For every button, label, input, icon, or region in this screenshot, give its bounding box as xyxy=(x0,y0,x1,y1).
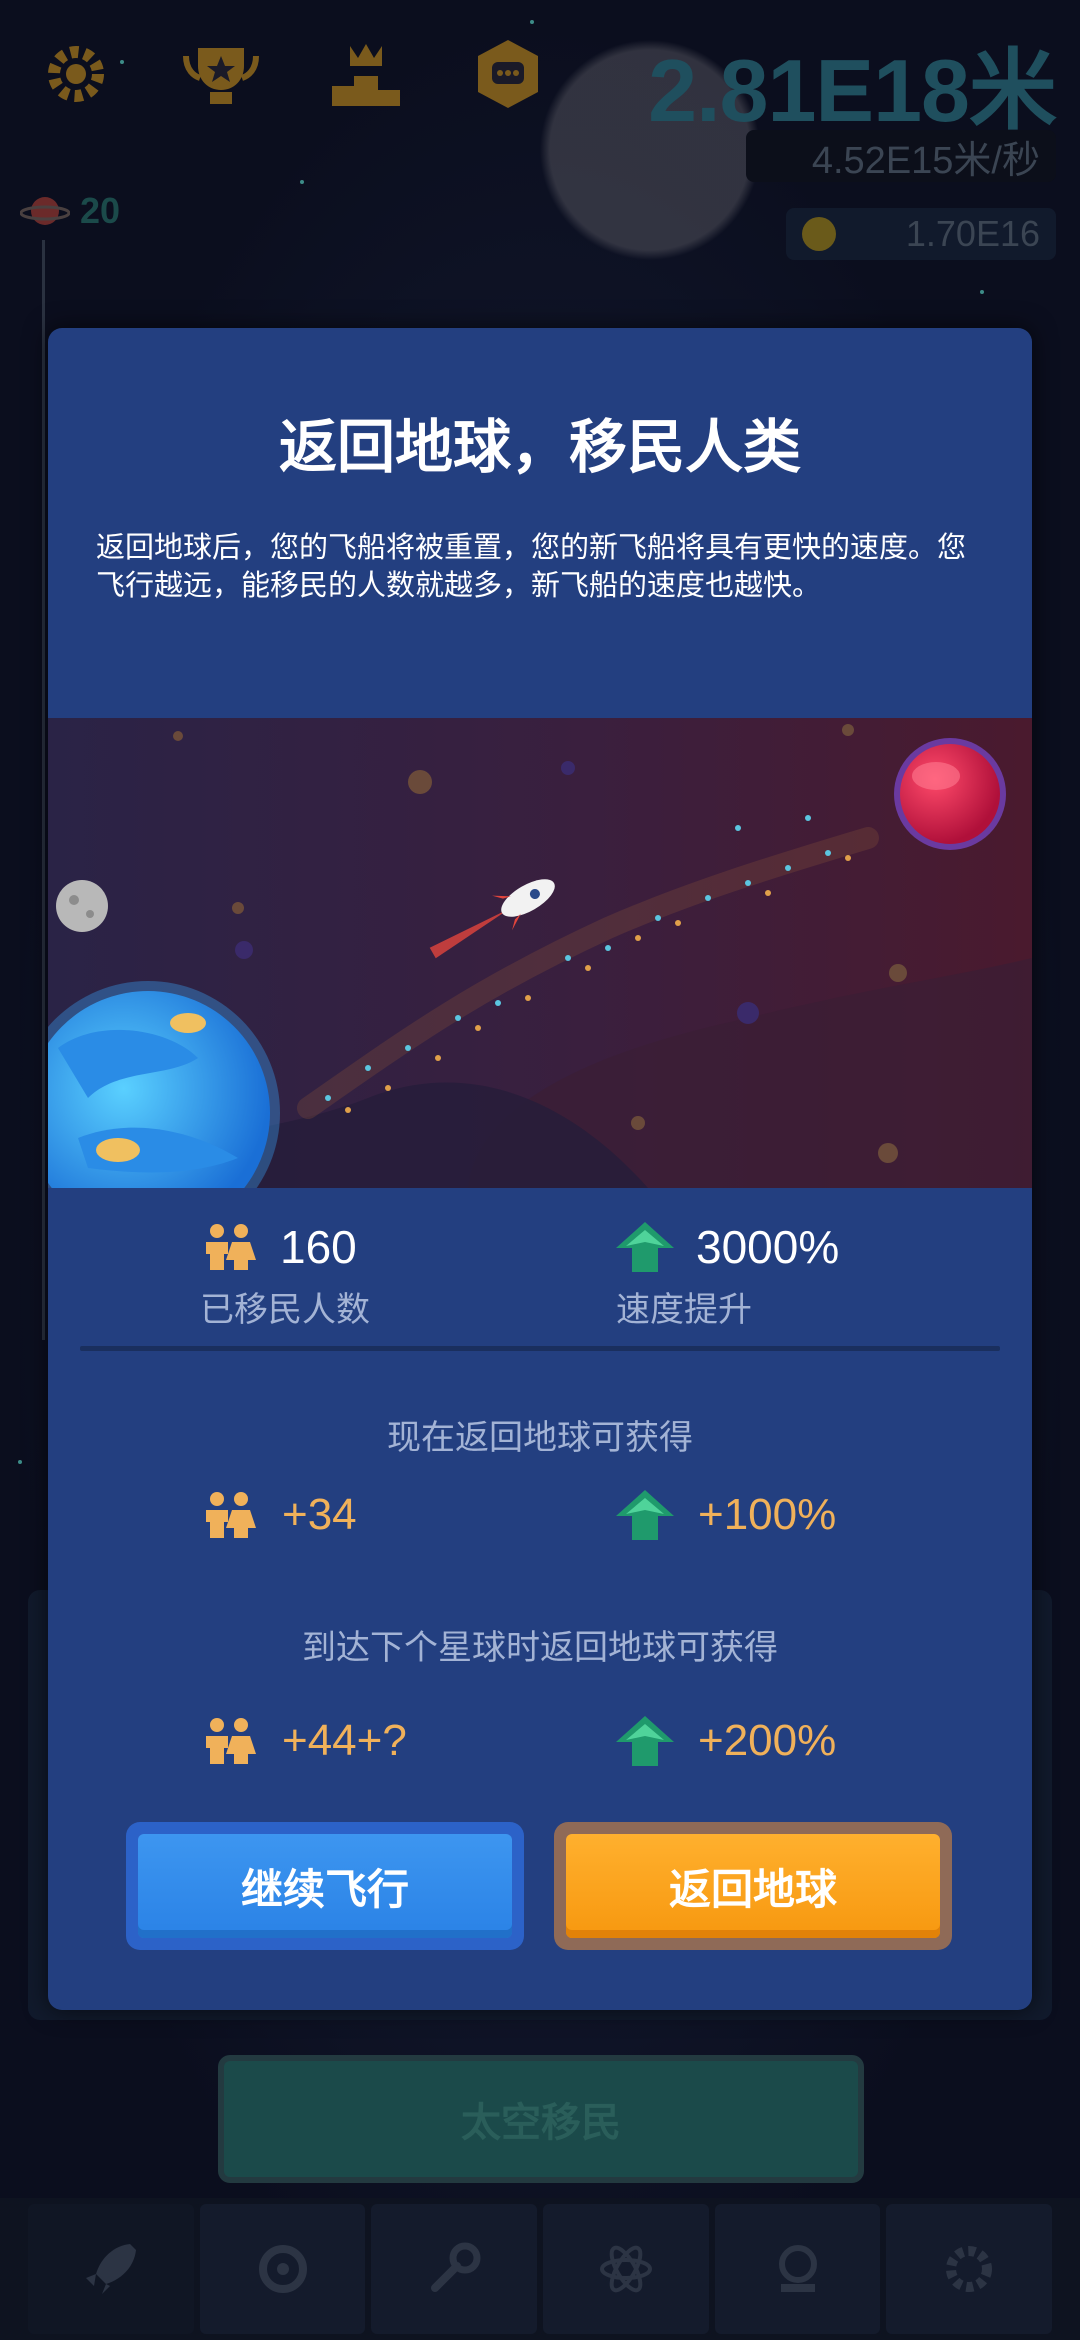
speed-boost-label: 速度提升 xyxy=(616,1290,752,1330)
progress-track xyxy=(42,240,45,1340)
leaderboard-podium-icon[interactable] xyxy=(330,38,402,110)
achievement-trophy-icon[interactable] xyxy=(178,38,264,110)
speed-value: 4.52E15米/秒 xyxy=(746,130,1056,182)
star xyxy=(18,1460,22,1464)
engine-icon xyxy=(258,2245,307,2293)
migrants-value: 160 xyxy=(280,1221,357,1273)
coin-balance: 1.70E16 xyxy=(786,208,1056,260)
space-illustration xyxy=(48,718,1032,1188)
people-icon xyxy=(200,1490,258,1540)
tab-rocket[interactable] xyxy=(28,2204,194,2334)
planet-icon xyxy=(20,197,70,225)
star xyxy=(300,180,304,184)
people-icon xyxy=(200,1716,258,1766)
star xyxy=(120,60,124,64)
gear-icon xyxy=(946,2246,993,2292)
settings-gear-icon[interactable] xyxy=(40,38,112,110)
stats-divider xyxy=(80,1346,1000,1351)
atom-icon xyxy=(599,2245,652,2293)
return-to-earth-button[interactable]: 返回地球 xyxy=(554,1822,952,1950)
dialog-description: 返回地球后，您的飞船将被重置，您的新飞船将具有更快的速度。您飞行越远，能移民的人… xyxy=(96,530,967,602)
speed-up-arrow-icon xyxy=(616,1716,674,1766)
return-to-earth-dialog: 返回地球，移民人类 返回地球后，您的飞船将被重置，您的新飞船将具有更快的速度。您… xyxy=(48,328,1032,2010)
next-migrants-value: +44+? xyxy=(282,1716,407,1765)
planet-counter: 20 xyxy=(20,190,120,232)
continue-flying-button[interactable]: 继续飞行 xyxy=(126,1822,524,1950)
next-speed-value: +200% xyxy=(698,1716,837,1765)
coin-icon xyxy=(802,217,836,251)
rocket-icon xyxy=(85,2244,136,2294)
wrench-icon xyxy=(431,2242,481,2292)
chat-badge-icon[interactable] xyxy=(472,38,544,110)
tab-settings[interactable] xyxy=(886,2204,1053,2334)
speed-up-arrow-icon xyxy=(616,1222,674,1272)
now-speed-value: +100% xyxy=(698,1490,837,1539)
radar-icon xyxy=(778,2245,817,2292)
now-speed-gain: +100% xyxy=(616,1490,836,1540)
tab-tools[interactable] xyxy=(371,2204,538,2334)
now-migrants-gain: +34 xyxy=(200,1490,357,1540)
speed-stat: 3000% 速度提升 xyxy=(616,1220,839,1331)
people-icon xyxy=(200,1222,258,1272)
now-return-title: 现在返回地球可获得 xyxy=(387,1418,693,1458)
migrants-label: 已移民人数 xyxy=(200,1290,370,1330)
tab-research[interactable] xyxy=(543,2204,709,2334)
tab-engine[interactable] xyxy=(199,2204,366,2334)
next-planet-return-title: 到达下个星球时返回地球可获得 xyxy=(302,1628,778,1668)
continue-flying-label: 继续飞行 xyxy=(138,1834,512,1938)
speed-boost-value: 3000% xyxy=(696,1221,840,1273)
star xyxy=(530,20,534,24)
bottom-navigation xyxy=(0,2198,1080,2340)
speed-up-arrow-icon xyxy=(616,1490,674,1540)
return-to-earth-label: 返回地球 xyxy=(566,1834,940,1938)
next-speed-gain: +200% xyxy=(616,1716,836,1766)
dialog-title: 返回地球，移民人类 xyxy=(278,413,801,481)
star xyxy=(980,290,984,294)
planet-count-value: 20 xyxy=(80,190,121,231)
now-migrants-value: +34 xyxy=(282,1490,357,1539)
migrants-stat: 160 已移民人数 xyxy=(200,1220,370,1331)
space-migration-button[interactable]: 太空移民 xyxy=(218,2055,864,2183)
coin-value: 1.70E16 xyxy=(905,213,1040,254)
tab-radar[interactable] xyxy=(714,2204,881,2334)
next-migrants-gain: +44+? xyxy=(200,1716,407,1766)
